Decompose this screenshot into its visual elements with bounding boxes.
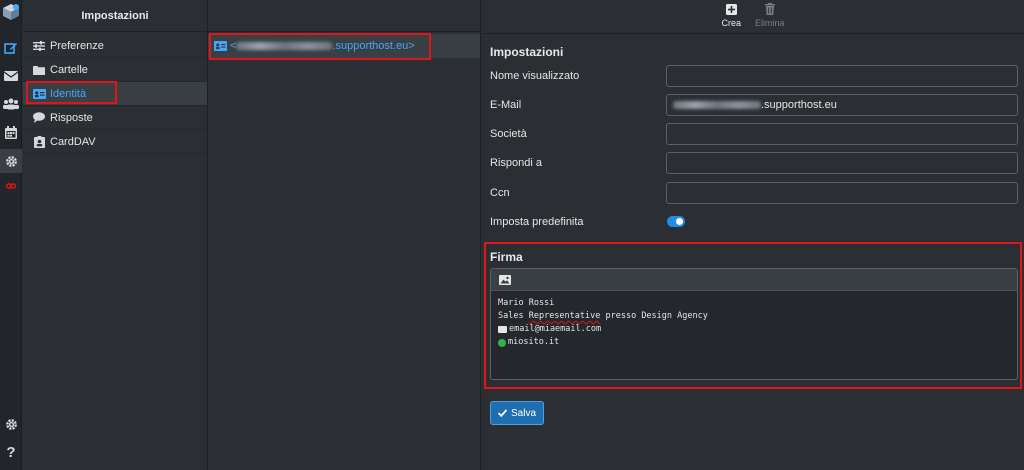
default-toggle[interactable] (667, 216, 685, 227)
company-input[interactable] (666, 123, 1018, 145)
icon-rail: ? (0, 0, 22, 470)
menu-label: Identità (50, 87, 87, 100)
menu-item-cartelle[interactable]: Cartelle (23, 58, 207, 82)
mail-icon[interactable] (0, 64, 22, 88)
menu-label: Preferenze (50, 39, 104, 52)
signature-name: Mario Rossi (498, 298, 555, 308)
bcc-label: Ccn (490, 187, 510, 199)
menu-item-risposte[interactable]: Risposte (23, 106, 207, 130)
globe-icon (498, 338, 506, 347)
settings-sidebar: Impostazioni Preferenze Cartelle Identit… (23, 0, 208, 470)
menu-label: Cartelle (50, 63, 88, 76)
settings-menu: Preferenze Cartelle Identità Risposte Ca… (23, 34, 207, 154)
email-label: E-Mail (490, 99, 522, 111)
company-label: Società (490, 128, 527, 140)
toolbar: Crea Elimina (482, 0, 1024, 34)
save-label: Salva (510, 407, 536, 419)
role-text-misspelled: Representative (528, 311, 601, 321)
settings-gear-icon[interactable] (0, 149, 22, 173)
display-name-input[interactable] (666, 65, 1018, 87)
editor-toolbar (491, 269, 1017, 291)
image-icon[interactable] (499, 274, 511, 285)
trash-icon (764, 2, 775, 16)
identities-header (208, 0, 480, 32)
signature-editor[interactable]: Mario Rossi Sales Representative presso … (490, 268, 1018, 380)
calendar-icon[interactable] (0, 120, 22, 144)
identities-list: < .supporthost.eu> (208, 0, 481, 470)
envelope-icon (498, 326, 507, 333)
id-card-icon (214, 41, 227, 51)
help-icon[interactable]: ? (0, 440, 22, 464)
identity-form-panel: Crea Elimina Impostazioni Nome visualizz… (482, 0, 1024, 470)
logo-icon (2, 3, 20, 21)
delete-label: Elimina (755, 18, 785, 28)
comment-icon (32, 111, 46, 125)
role-text: presso Design Agency (600, 311, 708, 321)
contacts-icon[interactable] (0, 92, 22, 116)
settings-title: Impostazioni (23, 0, 207, 32)
email-input[interactable]: .supporthost.eu (666, 94, 1018, 116)
folder-icon (32, 63, 46, 77)
create-label: Crea (721, 18, 741, 28)
check-icon (497, 409, 507, 417)
menu-label: CardDAV (50, 135, 96, 148)
default-label: Imposta predefinita (490, 216, 584, 228)
signature-role: Sales Representative presso Design Agenc… (498, 310, 1010, 323)
save-button[interactable]: Salva (490, 401, 544, 425)
menu-item-preferenze[interactable]: Preferenze (23, 34, 207, 58)
display-name-label: Nome visualizzato (490, 70, 580, 82)
menu-item-carddav[interactable]: CardDAV (23, 130, 207, 154)
identity-list-item[interactable]: < .supporthost.eu> (208, 34, 480, 58)
email-suffix: .supporthost.eu (761, 99, 837, 111)
identity-suffix: .supporthost.eu> (332, 40, 415, 52)
delete-button[interactable]: Elimina (755, 2, 785, 28)
signature-email: email@miaemail.com (509, 324, 602, 334)
reply-to-input[interactable] (666, 152, 1018, 174)
bcc-input[interactable] (666, 182, 1018, 204)
signature-website-line: miosito.it (498, 336, 1010, 349)
signature-title: Firma (490, 250, 523, 264)
sliders-icon (32, 39, 46, 53)
plus-square-icon (725, 2, 737, 16)
settings-bottom-icon[interactable] (0, 412, 22, 436)
signature-email-line: email@miaemail.com (498, 323, 1010, 336)
redacted-address (236, 42, 333, 50)
menu-label: Risposte (50, 111, 93, 124)
menu-item-identita[interactable]: Identità (23, 82, 207, 106)
signature-content[interactable]: Mario Rossi Sales Representative presso … (491, 291, 1017, 355)
role-text: Sales (498, 311, 529, 321)
redacted-email (673, 101, 761, 109)
contact-card-icon (32, 135, 46, 149)
reply-to-label: Rispondi a (490, 157, 542, 169)
plugin-link-icon[interactable] (0, 174, 22, 198)
app-window: ? Impostazioni Preferenze Cartelle Ident… (0, 0, 1024, 470)
id-card-icon (32, 87, 46, 101)
form-section-title: Impostazioni (490, 45, 564, 59)
signature-website: miosito.it (508, 337, 560, 347)
compose-icon[interactable] (0, 36, 22, 60)
create-button[interactable]: Crea (721, 2, 741, 28)
